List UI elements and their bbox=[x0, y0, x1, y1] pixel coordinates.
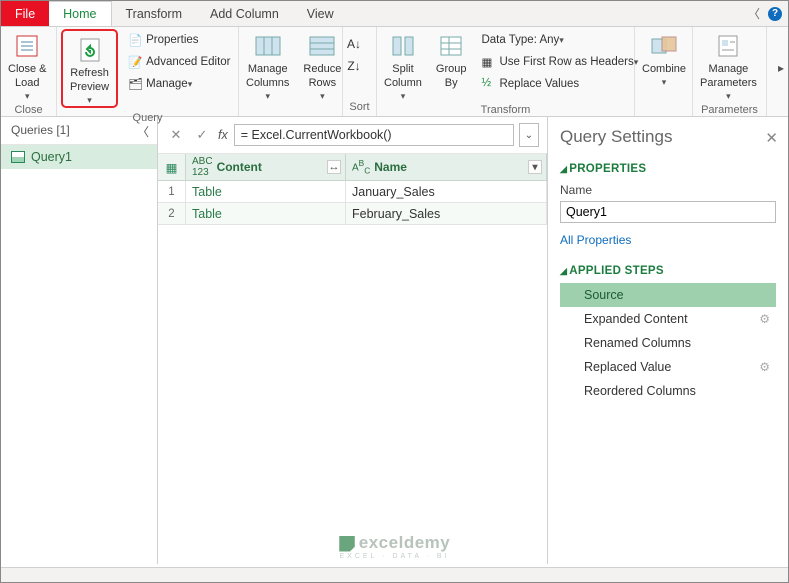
replace-values-button[interactable]: ½Replace Values bbox=[475, 73, 644, 95]
parameters-icon bbox=[713, 31, 743, 61]
formula-dropdown-icon[interactable]: ⌄ bbox=[519, 123, 539, 147]
group-close-label: Close bbox=[1, 102, 56, 119]
row-number: 1 bbox=[158, 181, 186, 202]
split-column-button[interactable]: Split Column bbox=[377, 27, 429, 102]
ribbon-more-icon[interactable]: ▸ bbox=[778, 61, 784, 75]
close-load-button[interactable]: Close & Load bbox=[1, 27, 54, 102]
all-properties-link[interactable]: All Properties bbox=[560, 233, 631, 247]
group-by-button[interactable]: Group By bbox=[429, 27, 474, 102]
cell-content[interactable]: Table bbox=[186, 203, 346, 224]
tab-add-column[interactable]: Add Column bbox=[196, 1, 293, 26]
applied-steps-header[interactable]: APPLIED STEPS bbox=[560, 265, 776, 277]
manage-columns-button[interactable]: Manage Columns bbox=[239, 27, 296, 102]
cell-name[interactable]: February_Sales bbox=[346, 203, 547, 224]
tab-home[interactable]: Home bbox=[49, 1, 111, 26]
refresh-preview-button[interactable]: Refresh Preview bbox=[61, 29, 118, 108]
group-query-label: Query bbox=[57, 110, 238, 127]
properties-button[interactable]: 📄Properties bbox=[122, 29, 236, 51]
gear-icon[interactable]: ⚙ bbox=[759, 312, 770, 326]
split-column-icon bbox=[388, 31, 418, 61]
manage-icon: 🗂 bbox=[128, 77, 142, 91]
manage-button[interactable]: 🗂Manage bbox=[122, 73, 236, 95]
column-type-icon: ABC123 bbox=[192, 156, 213, 178]
status-bar bbox=[1, 567, 788, 582]
reduce-rows-icon bbox=[307, 31, 337, 61]
combine-icon bbox=[649, 31, 679, 61]
watermark: exceldemy EXCEL · DATA · BI bbox=[339, 533, 450, 560]
fx-icon[interactable]: fx bbox=[218, 128, 228, 142]
formula-input[interactable] bbox=[234, 124, 514, 146]
column-type-text-icon: ABC bbox=[352, 158, 370, 175]
expand-column-icon[interactable]: ↔ bbox=[327, 160, 341, 174]
tab-view[interactable]: View bbox=[293, 1, 348, 26]
step-reordered-columns[interactable]: Reordered Columns bbox=[560, 379, 776, 403]
advanced-editor-icon: 📝 bbox=[128, 55, 142, 69]
table-icon bbox=[11, 151, 25, 163]
column-filter-icon[interactable]: ▾ bbox=[528, 160, 542, 174]
first-row-headers-button[interactable]: ▦Use First Row as Headers bbox=[475, 51, 644, 73]
watermark-logo-icon bbox=[339, 536, 355, 552]
table-row[interactable]: 1 Table January_Sales bbox=[158, 181, 547, 203]
row-number: 2 bbox=[158, 203, 186, 224]
ribbon: Close & Load Close Refresh Preview 📄Prop… bbox=[1, 27, 788, 117]
queries-pane: Queries [1] 〈 Query1 bbox=[1, 117, 158, 564]
properties-icon: 📄 bbox=[128, 33, 142, 47]
step-replaced-value[interactable]: Replaced Value⚙ bbox=[560, 355, 776, 379]
name-label: Name bbox=[560, 183, 776, 197]
combine-button[interactable]: Combine bbox=[635, 27, 693, 99]
manage-parameters-button[interactable]: Manage Parameters bbox=[693, 27, 764, 102]
accept-formula-icon[interactable]: ✓ bbox=[192, 125, 212, 145]
query-item[interactable]: Query1 bbox=[1, 145, 157, 169]
cell-content[interactable]: Table bbox=[186, 181, 346, 202]
close-load-icon bbox=[12, 31, 42, 61]
headers-icon: ▦ bbox=[481, 55, 495, 69]
properties-section-header[interactable]: PROPERTIES bbox=[560, 163, 776, 175]
query-settings-title: Query Settings bbox=[560, 127, 776, 147]
grid-corner-icon[interactable]: ▦ bbox=[158, 154, 186, 180]
tab-transform[interactable]: Transform bbox=[112, 1, 197, 26]
query-name-input[interactable] bbox=[560, 201, 776, 223]
help-icon[interactable]: ? bbox=[768, 7, 782, 21]
sort-asc-button[interactable]: A↓ bbox=[345, 33, 363, 55]
column-content[interactable]: ABC123 Content ↔ bbox=[186, 154, 346, 180]
sort-desc-icon: Z↓ bbox=[347, 59, 360, 73]
table-row[interactable]: 2 Table February_Sales bbox=[158, 203, 547, 225]
column-name[interactable]: ABC Name ▾ bbox=[346, 154, 547, 180]
group-by-icon bbox=[436, 31, 466, 61]
query-settings-pane: Query Settings ✕ PROPERTIES Name All Pro… bbox=[548, 117, 788, 564]
gear-icon[interactable]: ⚙ bbox=[759, 360, 770, 374]
tab-strip: File Home Transform Add Column View 〈 ? bbox=[1, 1, 788, 27]
step-renamed-columns[interactable]: Renamed Columns bbox=[560, 331, 776, 355]
cancel-formula-icon[interactable]: ✕ bbox=[166, 125, 186, 145]
step-expanded-content[interactable]: Expanded Content⚙ bbox=[560, 307, 776, 331]
step-source[interactable]: Source bbox=[560, 283, 776, 307]
advanced-editor-button[interactable]: 📝Advanced Editor bbox=[122, 51, 236, 73]
sort-asc-icon: A↓ bbox=[347, 37, 361, 51]
data-grid: ▦ ABC123 Content ↔ ABC Name ▾ 1 Table Ja… bbox=[158, 154, 547, 225]
refresh-icon bbox=[75, 35, 105, 65]
close-settings-icon[interactable]: ✕ bbox=[765, 129, 778, 147]
data-type-button[interactable]: Data Type: Any bbox=[475, 29, 644, 51]
tab-file[interactable]: File bbox=[1, 1, 49, 26]
replace-icon: ½ bbox=[481, 77, 495, 91]
manage-columns-icon bbox=[253, 31, 283, 61]
cell-name[interactable]: January_Sales bbox=[346, 181, 547, 202]
reduce-rows-button[interactable]: Reduce Rows bbox=[296, 27, 348, 102]
ribbon-collapse-icon[interactable]: 〈 bbox=[748, 5, 760, 22]
sort-desc-button[interactable]: Z↓ bbox=[345, 55, 363, 77]
group-sort-label: Sort bbox=[343, 99, 376, 116]
